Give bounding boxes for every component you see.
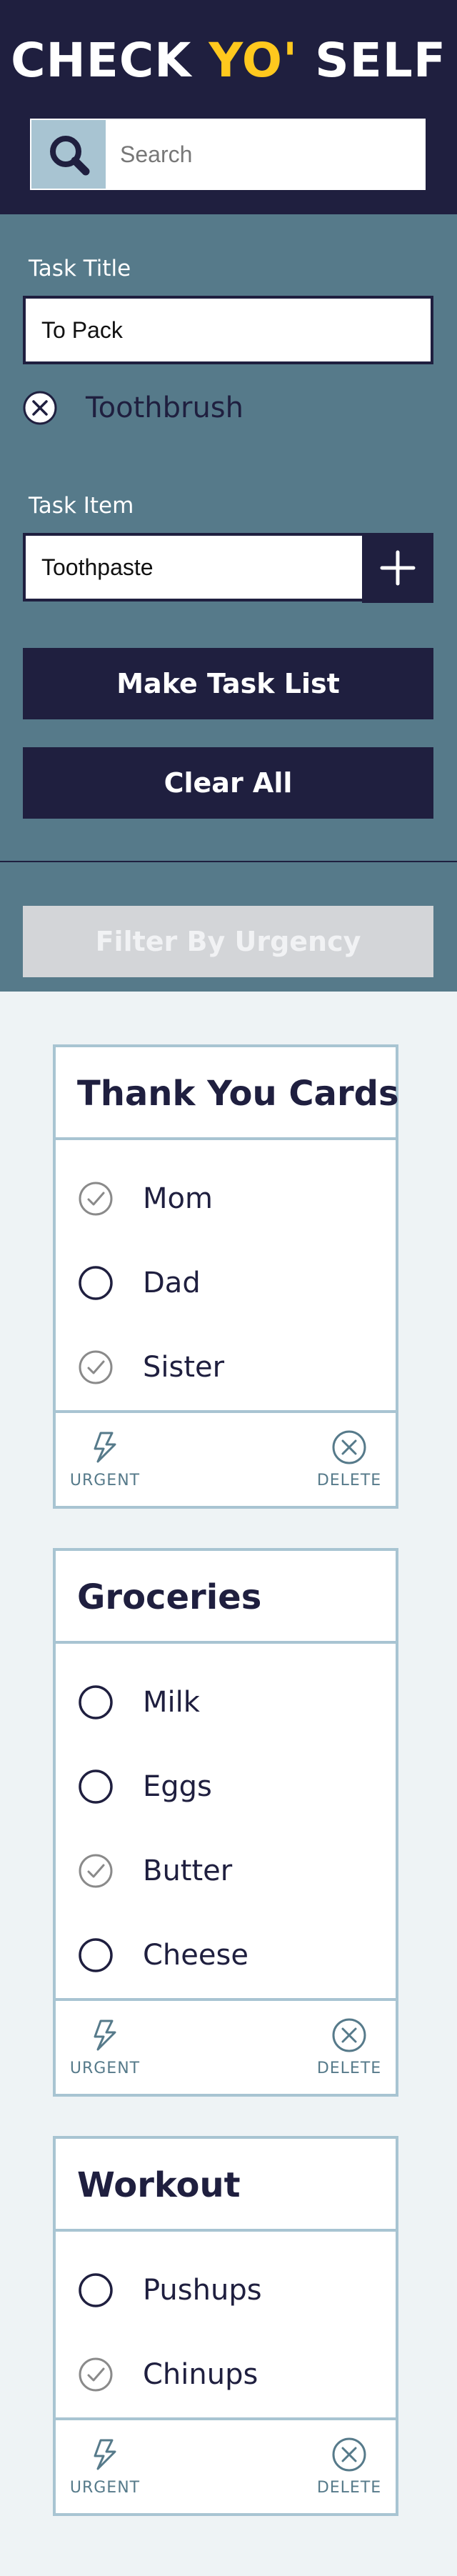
task-item[interactable]: Mom — [56, 1157, 396, 1242]
delete-label: DELETE — [316, 2060, 382, 2077]
clear-all-button[interactable]: Clear All — [23, 747, 433, 819]
unchecked-circle-icon[interactable] — [77, 1684, 114, 1721]
task-item[interactable]: Chinups — [56, 2333, 396, 2417]
form-divider — [0, 861, 457, 862]
filter-by-urgency-button[interactable]: Filter By Urgency — [23, 906, 433, 977]
search-input[interactable] — [106, 120, 424, 189]
task-item-label: Task Item — [29, 493, 134, 519]
task-card: Groceries Milk Eggs Butter Cheese URGENT… — [53, 1548, 398, 2097]
delete-icon — [332, 1430, 366, 1464]
unchecked-circle-icon[interactable] — [77, 1264, 114, 1302]
task-card: Workout Pushups Chinups URGENT DELETE — [53, 2136, 398, 2516]
task-item[interactable]: Pushups — [56, 2249, 396, 2333]
urgent-label: URGENT — [69, 2479, 141, 2497]
search-button[interactable] — [31, 120, 106, 189]
logo-text-check: CHECK — [11, 33, 209, 88]
search-icon — [50, 136, 90, 176]
card-footer: URGENT DELETE — [56, 1413, 396, 1506]
card-footer: URGENT DELETE — [56, 2420, 396, 2513]
delete-icon — [332, 2437, 366, 2472]
checked-circle-icon[interactable] — [77, 2356, 114, 2393]
task-item-input[interactable] — [23, 533, 366, 601]
delete-label: DELETE — [316, 2479, 382, 2497]
checked-circle-icon[interactable] — [77, 1349, 114, 1386]
urgent-button[interactable]: URGENT — [66, 1429, 144, 1497]
logo-text-yo: YO' — [209, 33, 298, 88]
add-item-button[interactable] — [362, 533, 433, 603]
checked-circle-icon[interactable] — [77, 1180, 114, 1217]
task-item-text: Chinups — [143, 2358, 258, 2391]
card-title: Groceries — [56, 1551, 396, 1644]
card-item-list: Milk Eggs Butter Cheese — [56, 1644, 396, 2001]
unchecked-circle-icon[interactable] — [77, 1768, 114, 1805]
task-item[interactable]: Sister — [56, 1326, 396, 1410]
task-item-text: Cheese — [143, 1939, 248, 1972]
task-title-input[interactable] — [23, 296, 433, 364]
urgent-label: URGENT — [69, 2060, 141, 2077]
delete-label: DELETE — [316, 1472, 382, 1489]
lightning-icon — [94, 2020, 116, 2051]
urgent-button[interactable]: URGENT — [66, 2017, 144, 2085]
task-item-text: Sister — [143, 1351, 225, 1384]
app-logo: CHECK YO' SELF — [0, 29, 457, 93]
task-item[interactable]: Milk — [56, 1661, 396, 1745]
unchecked-circle-icon[interactable] — [77, 2272, 114, 2309]
search-bar — [30, 119, 426, 190]
urgent-button[interactable]: URGENT — [66, 2436, 144, 2505]
pending-item-text: Toothbrush — [86, 391, 243, 424]
task-item-text: Eggs — [143, 1770, 212, 1803]
lightning-icon — [94, 1432, 116, 1463]
task-item-text: Pushups — [143, 2274, 262, 2307]
card-title: Workout — [56, 2139, 396, 2232]
task-item-text: Dad — [143, 1267, 201, 1299]
task-item-text: Butter — [143, 1854, 233, 1887]
task-title-label: Task Title — [29, 256, 131, 281]
card-title: Thank You Cards — [56, 1047, 399, 1140]
unchecked-circle-icon[interactable] — [77, 1937, 114, 1974]
card-item-list: Mom Dad Sister — [56, 1140, 396, 1413]
task-card: Thank You Cards Mom Dad Sister URGENT DE… — [53, 1044, 399, 1509]
delete-icon — [332, 2018, 366, 2052]
remove-item-icon[interactable] — [21, 389, 59, 426]
delete-button[interactable]: DELETE — [310, 1429, 388, 1497]
task-item-text: Mom — [143, 1182, 213, 1215]
urgent-label: URGENT — [69, 1472, 141, 1489]
make-task-list-button[interactable]: Make Task List — [23, 648, 433, 719]
task-form: Task Title Toothbrush Task Item Make Tas… — [0, 214, 457, 992]
lightning-icon — [94, 2439, 116, 2470]
logo-text-self: SELF — [298, 33, 446, 88]
task-item[interactable]: Cheese — [56, 1914, 396, 1998]
task-item[interactable]: Butter — [56, 1829, 396, 1914]
delete-button[interactable]: DELETE — [310, 2436, 388, 2505]
task-item-text: Milk — [143, 1686, 200, 1719]
card-footer: URGENT DELETE — [56, 2001, 396, 2094]
plus-icon — [380, 550, 416, 586]
delete-button[interactable]: DELETE — [310, 2017, 388, 2085]
task-item[interactable]: Dad — [56, 1242, 396, 1326]
card-item-list: Pushups Chinups — [56, 2232, 396, 2420]
checked-circle-icon[interactable] — [77, 1852, 114, 1889]
app-header: CHECK YO' SELF — [0, 0, 457, 214]
task-item[interactable]: Eggs — [56, 1745, 396, 1829]
